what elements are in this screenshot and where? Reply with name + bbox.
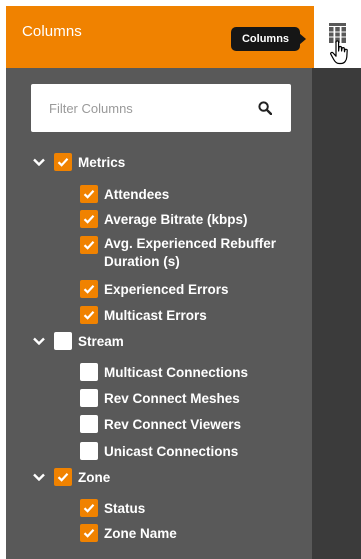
check-icon [83,529,95,538]
group-checkbox-zone[interactable] [54,468,72,486]
column-row[interactable]: Average Bitrate (kbps) [80,208,248,230]
columns-tooltip: Columns [231,27,300,51]
chevron-down-icon[interactable] [33,155,47,169]
group-row-stream[interactable]: Stream [33,330,124,352]
column-row[interactable]: Multicast Connections [80,361,248,383]
chevron-down-icon[interactable] [33,334,47,348]
column-label: Average Bitrate (kbps) [104,211,248,227]
column-label: Status [104,500,146,516]
column-checkbox[interactable] [80,306,98,324]
group-checkbox-metrics[interactable] [54,153,72,171]
column-checkbox[interactable] [80,185,98,203]
hand-pointer-icon [329,40,351,71]
column-row[interactable]: Multicast Errors [80,304,207,326]
column-label: Rev Connect Meshes [104,390,240,406]
group-row-zone[interactable]: Zone [33,466,110,488]
check-icon [83,241,95,250]
check-icon [83,504,95,513]
column-label: Attendees [104,186,170,202]
group-label: Zone [78,469,111,485]
filter-columns-input[interactable] [31,84,251,132]
column-label: Multicast Errors [104,307,207,323]
filter-box [31,84,291,132]
check-icon [83,215,95,224]
column-checkbox[interactable] [80,363,98,381]
tooltip-arrow [299,33,306,45]
column-row[interactable]: Experienced Errors [80,278,229,300]
column-label: Rev Connect Viewers [104,416,242,432]
group-label: Stream [78,333,124,349]
column-row[interactable]: Rev Connect Meshes [80,387,240,409]
side-rail [312,6,361,559]
column-row[interactable]: Rev Connect Viewers [80,413,241,435]
column-checkbox[interactable] [80,499,98,517]
column-checkbox[interactable] [80,389,98,407]
column-label: Zone Name [104,525,177,541]
column-label: Multicast Connections [104,364,249,380]
check-icon [83,311,95,320]
group-label: Metrics [78,154,126,170]
check-icon [57,158,69,167]
column-label: Avg. Experienced Rebuffer Duration (s) [104,236,277,269]
column-label: Experienced Errors [104,281,229,297]
column-row[interactable]: Attendees [80,183,169,205]
column-label: Unicast Connections [104,443,239,459]
panel-title: Columns [22,23,82,40]
column-checkbox[interactable] [80,280,98,298]
column-checkbox[interactable] [80,415,98,433]
group-row-metrics[interactable]: Metrics [33,151,125,173]
check-icon [57,473,69,482]
column-checkbox[interactable] [80,236,98,254]
column-row[interactable]: Avg. Experienced Rebuffer Duration (s) [80,234,304,274]
column-row[interactable]: Zone Name [80,522,177,544]
chevron-down-icon[interactable] [33,470,47,484]
column-checkbox[interactable] [80,442,98,460]
group-checkbox-stream[interactable] [54,332,72,350]
column-row[interactable]: Unicast Connections [80,440,238,462]
check-icon [83,190,95,199]
search-icon[interactable] [258,101,273,120]
column-checkbox[interactable] [80,210,98,228]
check-icon [83,285,95,294]
column-checkbox[interactable] [80,524,98,542]
column-row[interactable]: Status [80,497,145,519]
